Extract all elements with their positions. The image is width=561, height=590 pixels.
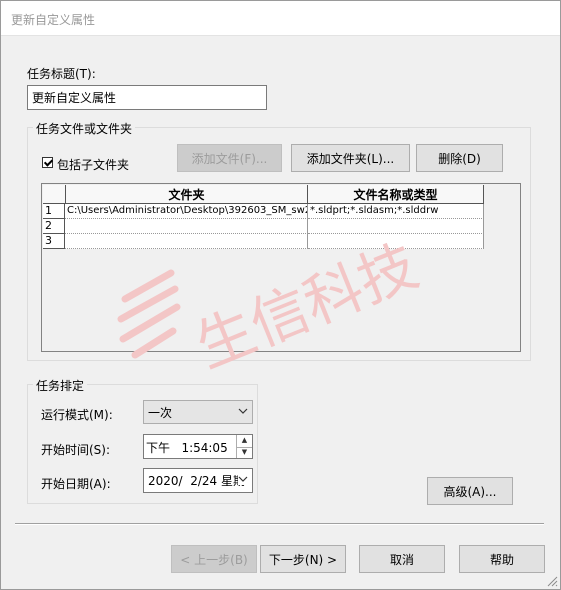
- start-time-picker[interactable]: 下午 1:54:05 ▲ ▼: [143, 434, 253, 459]
- start-time-label: 开始时间(S):: [41, 443, 111, 457]
- table-cell-file-type[interactable]: [308, 234, 484, 249]
- row-number[interactable]: 1: [43, 204, 65, 219]
- files-table[interactable]: 文件夹 文件名称或类型 1 C:\Users\Administrator\Des…: [41, 183, 521, 352]
- start-date-picker[interactable]: 2020/ 2/24 星期: [143, 468, 253, 493]
- help-button[interactable]: 帮助: [459, 545, 545, 573]
- column-header-file-type[interactable]: 文件名称或类型: [308, 185, 484, 204]
- chevron-down-icon: [238, 408, 248, 414]
- spin-down-icon[interactable]: ▼: [237, 447, 252, 459]
- start-time-spinner[interactable]: ▲ ▼: [236, 435, 252, 458]
- table-cell-file-type[interactable]: *.sldprt;*.sldasm;*.slddrw: [308, 204, 484, 219]
- table-cell-folder[interactable]: [65, 219, 308, 234]
- schedule-group-label: 任务排定: [33, 377, 88, 394]
- table-cell-file-type[interactable]: [308, 219, 484, 234]
- task-title-input[interactable]: 更新自定义属性: [27, 85, 267, 110]
- table-corner-header: [43, 185, 66, 204]
- footer-divider: [15, 523, 544, 525]
- start-date-value: 2020/ 2/24 星期: [148, 474, 245, 488]
- next-button[interactable]: 下一步(N) >: [260, 545, 346, 573]
- run-mode-select[interactable]: 一次: [143, 400, 253, 424]
- run-mode-value: 一次: [148, 406, 173, 420]
- window-title: 更新自定义属性: [11, 13, 96, 27]
- start-date-label: 开始日期(A):: [41, 477, 111, 491]
- advanced-button[interactable]: 高级(A)...: [427, 477, 513, 505]
- column-header-folder[interactable]: 文件夹: [66, 185, 308, 204]
- table-cell-folder[interactable]: [65, 234, 308, 249]
- include-subfolders-checkbox[interactable]: [42, 157, 53, 168]
- dialog-window: 更新自定义属性 任务标题(T): 更新自定义属性 任务文件或文件夹 包括子文件夹…: [0, 0, 561, 590]
- table-cell-folder[interactable]: C:\Users\Administrator\Desktop\392603_SM…: [65, 204, 308, 219]
- add-folder-button[interactable]: 添加文件夹(L)...: [291, 144, 410, 172]
- title-bar[interactable]: 更新自定义属性: [1, 1, 560, 36]
- task-title-label: 任务标题(T):: [27, 67, 96, 81]
- files-group-label: 任务文件或文件夹: [33, 120, 136, 137]
- previous-button[interactable]: < 上一步(B): [171, 545, 257, 573]
- cancel-button[interactable]: 取消: [359, 545, 445, 573]
- include-subfolders-label[interactable]: 包括子文件夹: [57, 156, 129, 173]
- start-time-value: 下午 1:54:05: [146, 441, 228, 455]
- delete-button[interactable]: 删除(D): [416, 144, 503, 172]
- resize-grip-icon[interactable]: [546, 575, 558, 587]
- row-number[interactable]: 3: [43, 234, 65, 249]
- row-number[interactable]: 2: [43, 219, 65, 234]
- add-file-button[interactable]: 添加文件(F)...: [177, 144, 282, 172]
- run-mode-label: 运行模式(M):: [41, 408, 113, 422]
- chevron-down-icon: [238, 473, 248, 485]
